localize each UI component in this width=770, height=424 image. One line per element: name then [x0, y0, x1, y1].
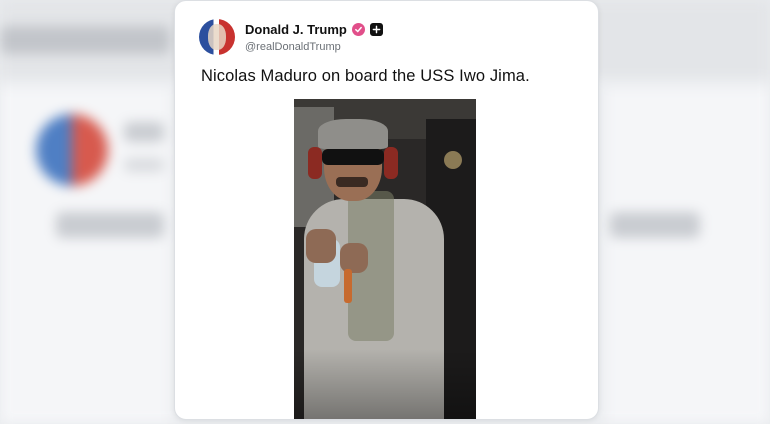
- post-card[interactable]: Donald J. Trump @realDonaldTrump Nicolas…: [174, 0, 599, 420]
- photo-floor-shadow: [294, 349, 476, 419]
- post-photo[interactable]: [294, 99, 476, 419]
- photo-mustache: [336, 177, 368, 187]
- post-header: Donald J. Trump @realDonaldTrump: [199, 19, 579, 59]
- photo-hand-left: [306, 229, 336, 263]
- background-title-blur: [0, 26, 170, 54]
- verified-icon: [351, 23, 365, 36]
- profile-avatar[interactable]: [199, 19, 235, 55]
- photo-goggles: [322, 149, 384, 165]
- photo-orange-strap: [344, 269, 352, 303]
- background-text-blur-left: [56, 212, 164, 238]
- post-text: Nicolas Maduro on board the USS Iwo Jima…: [201, 67, 530, 85]
- photo-hand-right: [340, 243, 368, 273]
- photo-earmuff-right: [384, 147, 398, 179]
- photo-hair: [318, 119, 388, 149]
- plus-icon: [369, 23, 383, 36]
- author-name-row: Donald J. Trump: [245, 22, 383, 37]
- background-handle-blur: [124, 158, 164, 172]
- background-text-blur-right: [610, 212, 700, 238]
- author-handle[interactable]: @realDonaldTrump: [245, 41, 341, 53]
- photo-helmet-patch: [444, 151, 462, 169]
- photo-earmuff-left: [308, 147, 322, 179]
- background-name-blur: [124, 122, 164, 142]
- background-avatar-blur: [36, 114, 108, 186]
- background-card-right: [606, 88, 770, 424]
- avatar-portrait: [208, 24, 226, 50]
- author-name[interactable]: Donald J. Trump: [245, 22, 347, 37]
